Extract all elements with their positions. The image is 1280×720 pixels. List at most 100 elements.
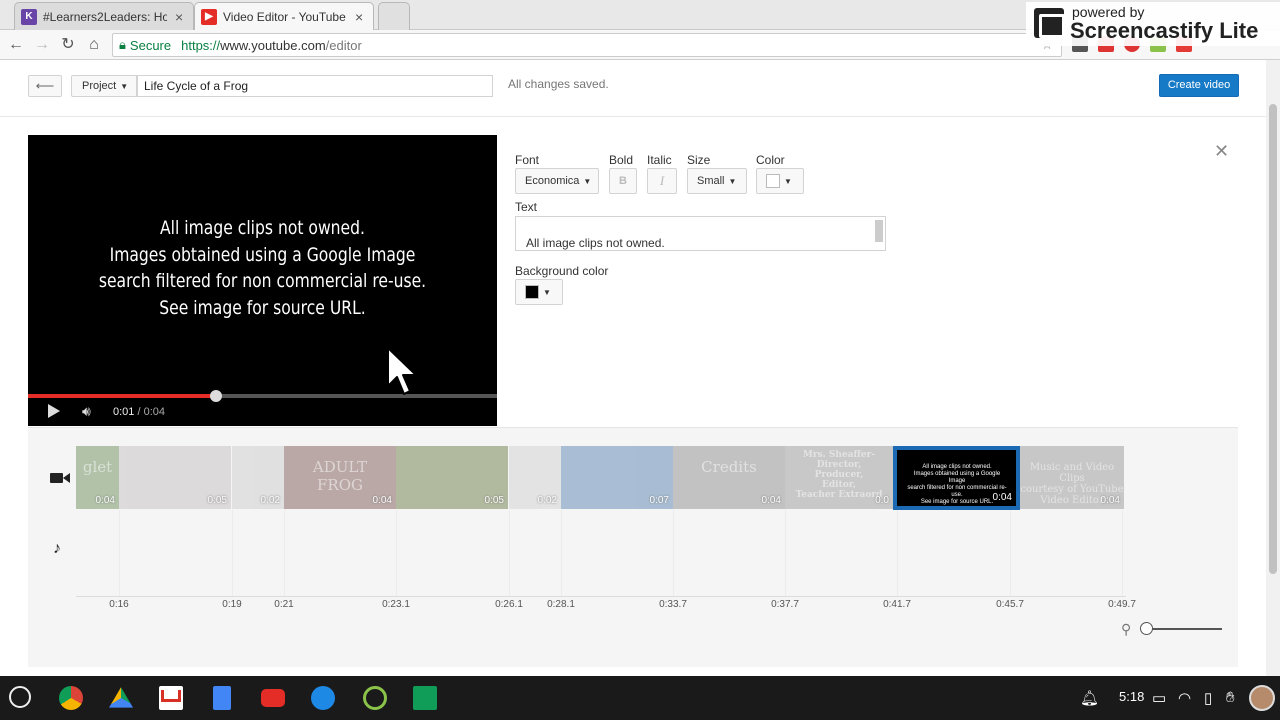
tab-title: #Learners2Leaders: How: [43, 9, 167, 24]
selected-clip[interactable]: All image clips not owned. Images obtain…: [893, 446, 1020, 510]
drive-icon[interactable]: [109, 687, 133, 708]
timeline-tick-label: 0:41.7: [883, 599, 911, 610]
clip-duration: 0:04: [992, 492, 1012, 503]
bold-label: Bold: [609, 153, 634, 167]
color-swatch: [766, 174, 780, 189]
timeline-tick-label: 0:26.1: [495, 599, 523, 610]
timeline-clip[interactable]: Mrs. Sheaffer- Director, Producer, Edito…: [785, 446, 893, 509]
video-preview-player[interactable]: All image clips not owned. Images obtain…: [28, 135, 497, 426]
progress-bar[interactable]: [28, 390, 497, 402]
font-value: Economica: [525, 175, 580, 187]
track-divider: [561, 510, 562, 596]
textarea-scrollbar[interactable]: [875, 220, 883, 242]
overlay-text-input[interactable]: All image clips not owned. Images obtain…: [515, 216, 886, 251]
timeline-clip[interactable]: 0:05: [396, 446, 508, 509]
url-protocol: https://: [181, 37, 221, 53]
project-name-input[interactable]: Life Cycle of a Frog: [137, 75, 493, 97]
save-status: All changes saved.: [508, 77, 609, 91]
close-icon[interactable]: ✕: [1214, 141, 1229, 162]
timeline-clip[interactable]: Credits 0:04: [673, 446, 785, 509]
track-divider: [509, 510, 510, 596]
screencastify-icon[interactable]: [363, 686, 387, 710]
zoom-slider[interactable]: [1146, 628, 1222, 630]
battery-icon[interactable]: ▯: [1204, 689, 1212, 707]
text-color-select[interactable]: ▼: [756, 168, 804, 194]
timeline-tick-label: 0:45.7: [996, 599, 1024, 610]
gmail-icon[interactable]: [159, 686, 183, 710]
browser-tab-learners2leaders[interactable]: K #Learners2Leaders: How ×: [14, 2, 194, 30]
wifi-icon[interactable]: ◠: [1178, 689, 1191, 707]
size-select[interactable]: Small ▼: [687, 168, 747, 194]
url-host: www.youtube.com: [220, 37, 326, 53]
track-divider: [396, 510, 397, 596]
page-scrollbar[interactable]: [1266, 60, 1280, 676]
chrome-icon[interactable]: [59, 686, 83, 710]
classroom-icon[interactable]: [413, 686, 437, 710]
clip-duration: 0:0: [875, 495, 889, 506]
play-icon[interactable]: [48, 404, 60, 418]
screencastify-watermark: powered by Screencastify Lite: [1026, 2, 1280, 46]
bold-button[interactable]: B: [609, 168, 637, 194]
clip-thumbnail-text: ADULT FROG: [312, 458, 368, 494]
watermark-brand: Screencastify Lite: [1070, 18, 1259, 43]
back-arrow-icon[interactable]: ←: [6, 35, 26, 55]
clip-duration: 0:02: [537, 495, 557, 506]
zoom-slider-handle[interactable]: [1140, 622, 1153, 635]
docs-icon[interactable]: [213, 686, 231, 710]
screencastify-logo-icon: [1034, 8, 1065, 38]
scrollbar-thumb[interactable]: [1269, 104, 1277, 574]
caret-down-icon: ▼: [120, 82, 129, 91]
timeline-clip[interactable]: 0:02: [232, 446, 284, 509]
reload-icon[interactable]: ↻: [58, 35, 78, 55]
track-divider: [1122, 510, 1123, 596]
track-divider: [785, 510, 786, 596]
font-label: Font: [515, 153, 540, 167]
screen-icon[interactable]: ▭: [1152, 689, 1166, 707]
forward-arrow-icon[interactable]: →: [32, 35, 52, 55]
time-display: 0:01 / 0:04: [113, 406, 165, 418]
video-camera-icon: [50, 473, 70, 483]
close-icon[interactable]: ×: [355, 9, 363, 25]
timeline-clip[interactable]: 0:07: [561, 446, 673, 509]
back-button[interactable]: ⟵: [28, 75, 62, 97]
notification-bell-icon[interactable]: 🔔︎: [1080, 689, 1099, 707]
launcher-icon[interactable]: [9, 686, 31, 708]
avatar[interactable]: [1249, 685, 1275, 711]
color-label: Color: [756, 153, 785, 167]
project-menu-button[interactable]: Project ▼: [71, 75, 137, 97]
timeline-clip[interactable]: glet 0:04: [76, 446, 119, 509]
new-tab-button[interactable]: [378, 2, 410, 30]
create-video-button[interactable]: Create video: [1159, 74, 1239, 97]
k-icon: K: [21, 8, 37, 25]
header-divider: [0, 116, 1266, 117]
caret-down-icon: ▼: [543, 288, 551, 297]
home-icon[interactable]: ⌂: [84, 35, 104, 55]
overlay-text-value: All image clips not owned. Images obtain…: [526, 236, 665, 250]
browser-tab-video-editor[interactable]: ▶ Video Editor - YouTube ×: [194, 2, 374, 30]
italic-button[interactable]: I: [647, 168, 677, 194]
clip-duration: 0:04: [1100, 495, 1120, 506]
text-label: Text: [515, 200, 538, 214]
files-icon[interactable]: [311, 686, 335, 710]
youtube-icon: ▶: [201, 8, 217, 25]
progress-scrubber[interactable]: [209, 390, 222, 402]
volume-icon[interactable]: 🔊︎: [82, 403, 91, 420]
progress-fill: [28, 394, 216, 398]
hand-icon[interactable]: ✋︎: [1226, 689, 1235, 706]
timeline-clip[interactable]: 0:05: [119, 446, 231, 509]
font-select[interactable]: Economica ▼: [515, 168, 599, 194]
track-divider: [119, 510, 120, 596]
clock[interactable]: 5:18: [1119, 689, 1144, 704]
close-icon[interactable]: ×: [175, 9, 183, 25]
timeline-tick-label: 0:16: [109, 599, 129, 610]
background-color-label: Background color: [515, 264, 609, 278]
address-bar[interactable]: 🔒︎ Secure https:// www.youtube.com /edit…: [112, 33, 1062, 57]
timeline-clip[interactable]: Music and Video Clips courtesy of YouTub…: [1020, 446, 1124, 509]
timeline-clip[interactable]: ADULT FROG 0:04: [284, 446, 396, 509]
background-color-select[interactable]: ▼: [515, 279, 563, 305]
timeline-clip[interactable]: 0:02: [509, 446, 561, 509]
size-label: Size: [687, 153, 711, 167]
track-divider: [232, 510, 233, 596]
youtube-icon[interactable]: [261, 689, 285, 707]
caret-down-icon: ▼: [784, 177, 792, 186]
